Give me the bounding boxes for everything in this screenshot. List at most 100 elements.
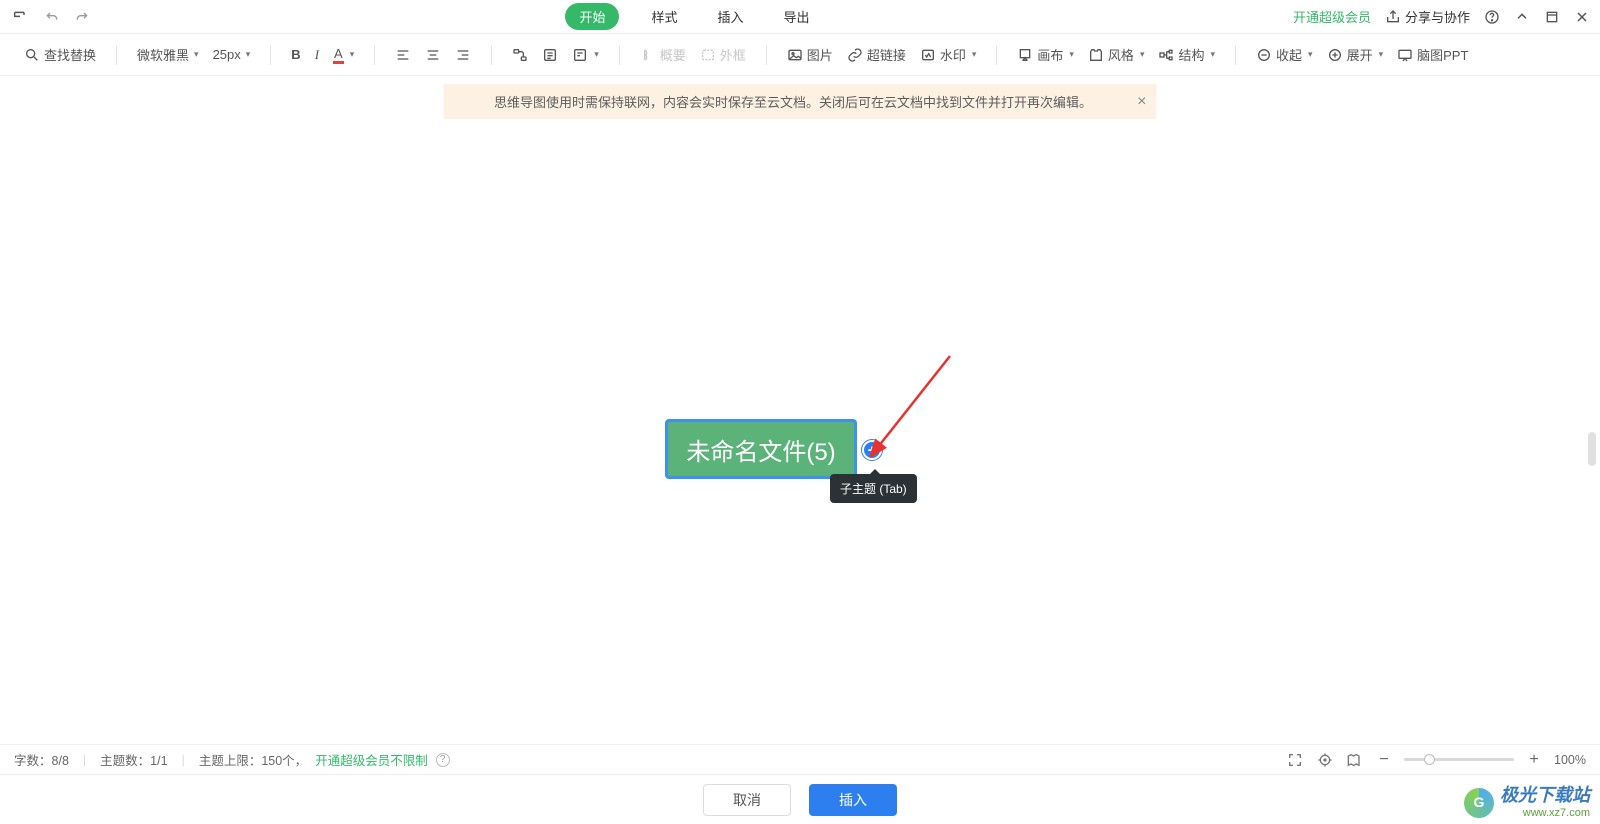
zoom-in-button[interactable]: + — [1526, 751, 1542, 769]
chevron-down-icon: ▾ — [194, 49, 199, 60]
chevron-down-icon: ▾ — [1069, 49, 1074, 60]
topic-limit: 主题上限：150个， — [199, 750, 307, 769]
canvas-label: 画布 — [1037, 45, 1063, 64]
zoom-thumb[interactable] — [1424, 754, 1435, 765]
note-button[interactable] — [540, 44, 560, 66]
font-family-value: 微软雅黑 — [137, 45, 189, 64]
cancel-button[interactable]: 取消 — [703, 784, 791, 816]
banner-text: 思维导图使用时需保持联网，内容会实时保存至云文档。关闭后可在云文档中找到文件并打… — [494, 92, 1092, 111]
annotation-arrow-icon — [870, 351, 970, 461]
divider — [491, 45, 492, 65]
insert-button[interactable]: 插入 — [809, 784, 897, 816]
mindmap-ppt-button[interactable]: 脑图PPT — [1395, 42, 1470, 67]
locate-icon[interactable] — [1316, 751, 1334, 769]
maximize-icon[interactable] — [1544, 9, 1560, 25]
collapse-window-icon[interactable] — [1514, 9, 1530, 25]
align-right-button[interactable] — [453, 44, 473, 66]
font-size-select[interactable]: 25px ▾ — [211, 44, 253, 65]
add-child-button[interactable]: + — [862, 440, 882, 460]
tab-style[interactable]: 样式 — [643, 3, 685, 30]
align-center-button[interactable] — [423, 44, 443, 66]
image-label: 图片 — [807, 45, 833, 64]
font-size-value: 25px — [213, 47, 241, 62]
word-count: 字数：8/8 — [14, 750, 69, 769]
tab-start[interactable]: 开始 — [565, 3, 619, 30]
undo-icon[interactable] — [44, 9, 60, 25]
help-icon[interactable] — [1484, 9, 1500, 25]
divider — [619, 45, 620, 65]
root-node-title: 未命名文件(5) — [686, 432, 835, 467]
summary-label: 概要 — [660, 45, 686, 64]
info-banner: 思维导图使用时需保持联网，内容会实时保存至云文档。关闭后可在云文档中找到文件并打… — [444, 84, 1157, 119]
chevron-down-icon: ▾ — [1210, 49, 1215, 60]
tab-insert[interactable]: 插入 — [709, 3, 751, 30]
minimap-icon[interactable] — [1346, 751, 1364, 769]
tooltip: 子主题 (Tab) — [830, 474, 917, 503]
relation-button[interactable] — [510, 44, 530, 66]
tooltip-text: 子主题 (Tab) — [840, 482, 907, 496]
structure-label: 结构 — [1178, 45, 1204, 64]
tab-export[interactable]: 导出 — [776, 3, 818, 30]
frame-label: 外框 — [720, 45, 746, 64]
topic-count: 主题数：1/1 — [100, 750, 167, 769]
find-replace-button[interactable]: 查找替换 — [22, 42, 98, 67]
link-button[interactable]: 超链接 — [845, 42, 908, 67]
fit-screen-icon[interactable] — [1286, 751, 1304, 769]
find-replace-label: 查找替换 — [44, 45, 96, 64]
bold-button[interactable]: B — [289, 44, 302, 65]
redo-icon[interactable] — [74, 9, 90, 25]
app-logo-icon — [10, 7, 30, 27]
italic-button[interactable]: I — [313, 44, 321, 66]
toolbar: 查找替换 微软雅黑 ▾ 25px ▾ B I A▾ — [0, 34, 1600, 76]
chevron-down-icon: ▾ — [1379, 49, 1384, 60]
close-icon[interactable] — [1574, 9, 1590, 25]
structure-button[interactable]: 结构 ▾ — [1156, 42, 1217, 67]
root-node[interactable]: 未命名文件(5) — [665, 419, 857, 479]
expand-label: 展开 — [1347, 45, 1373, 64]
collapse-label: 收起 — [1276, 45, 1302, 64]
scrollbar[interactable] — [1588, 432, 1596, 466]
canvas[interactable]: 未命名文件(5) + 子主题 (Tab) — [0, 76, 1600, 738]
canvas-button[interactable]: 画布 ▾ — [1015, 42, 1076, 67]
vip-unlimited-link[interactable]: 开通超级会员不限制 — [315, 750, 428, 769]
divider — [116, 45, 117, 65]
actionbar: 取消 插入 — [0, 774, 1600, 824]
chevron-down-icon: ▾ — [246, 49, 251, 60]
menubar-right: 开通超级会员 分享与协作 — [1293, 7, 1590, 26]
theme-button[interactable]: 风格▾ — [1086, 42, 1147, 67]
chevron-down-icon: ▾ — [1308, 49, 1313, 60]
chevron-down-icon: ▾ — [350, 49, 355, 60]
align-left-button[interactable] — [393, 44, 413, 66]
help-icon[interactable]: ? — [436, 753, 450, 767]
theme-label: 风格 — [1108, 45, 1134, 64]
menubar-left — [10, 7, 90, 27]
menubar-center: 开始 样式 插入 导出 — [90, 3, 1293, 30]
divider — [996, 45, 997, 65]
chevron-down-icon: ▾ — [972, 49, 977, 60]
search-icon — [24, 47, 40, 63]
collapse-button[interactable]: 收起 ▾ — [1254, 42, 1315, 67]
zoom-out-button[interactable]: − — [1376, 751, 1392, 769]
statusbar: 字数：8/8 | 主题数：1/1 | 主题上限：150个， 开通超级会员不限制 … — [0, 744, 1600, 774]
expand-button[interactable]: 展开 ▾ — [1325, 42, 1386, 67]
share-label: 分享与协作 — [1405, 7, 1470, 26]
image-button[interactable]: 图片 — [785, 42, 835, 67]
zoom-value: 100% — [1554, 753, 1586, 767]
font-color-button[interactable]: A▾ — [331, 43, 356, 67]
ppt-label: 脑图PPT — [1417, 45, 1468, 64]
divider — [766, 45, 767, 65]
watermark-button[interactable]: 水印▾ — [918, 42, 979, 67]
banner-close-icon[interactable]: × — [1137, 93, 1146, 111]
status-right: − + 100% — [1286, 751, 1586, 769]
tag-button[interactable]: ▾ — [570, 44, 601, 66]
font-family-select[interactable]: 微软雅黑 ▾ — [135, 42, 201, 67]
chevron-down-icon: ▾ — [594, 49, 599, 60]
frame-button: 外框 — [698, 42, 748, 67]
link-label: 超链接 — [867, 45, 906, 64]
share-button[interactable]: 分享与协作 — [1385, 7, 1470, 26]
zoom-slider[interactable] — [1404, 758, 1514, 761]
divider — [1235, 45, 1236, 65]
divider — [270, 45, 271, 65]
vip-link[interactable]: 开通超级会员 — [1293, 7, 1371, 26]
menubar: 开始 样式 插入 导出 开通超级会员 分享与协作 — [0, 0, 1600, 34]
